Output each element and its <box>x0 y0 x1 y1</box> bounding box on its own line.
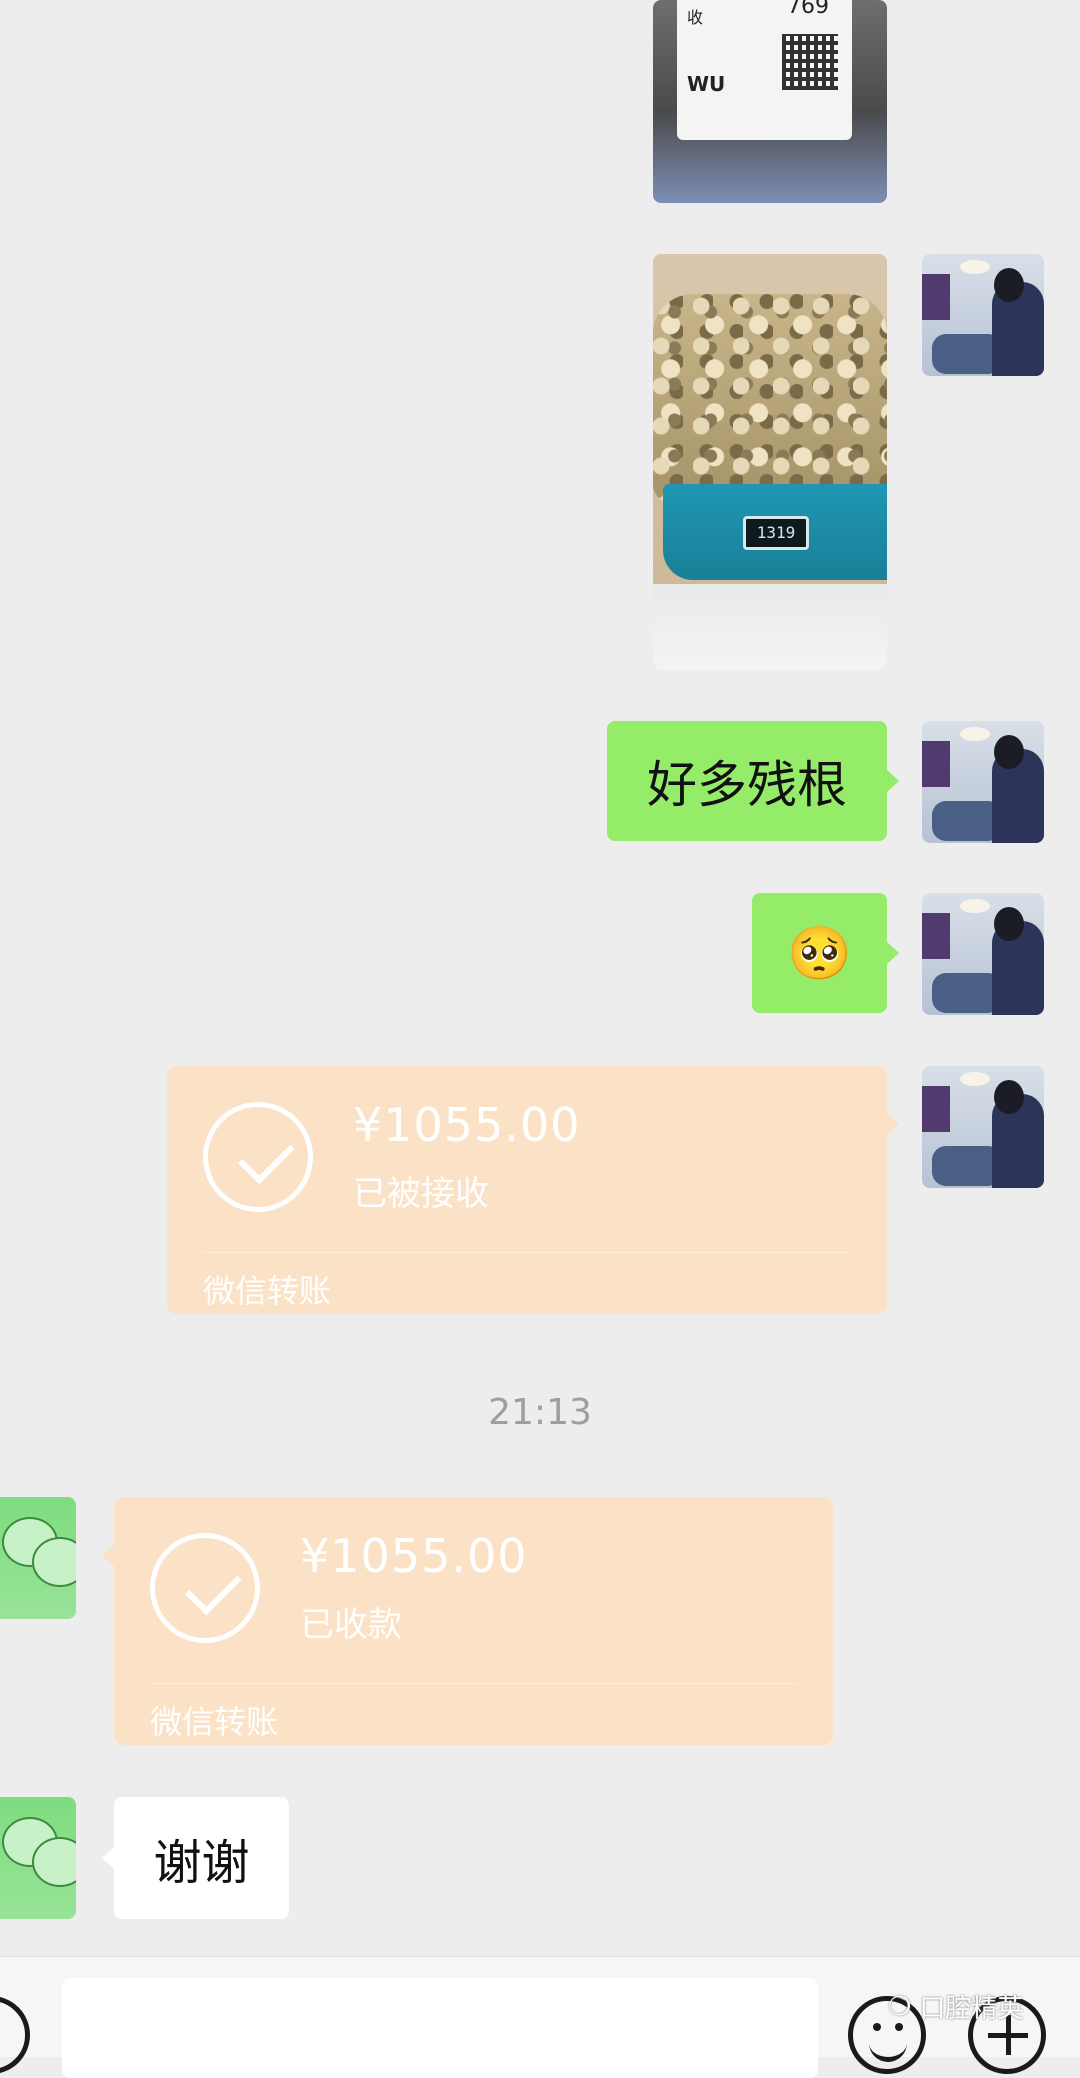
watermark: ❍ 口腔精英 <box>888 1988 1023 2025</box>
check-circle-icon <box>150 1533 260 1643</box>
avatar-head <box>994 1080 1024 1114</box>
sent-message-bubble[interactable]: 好多残根 <box>607 721 899 841</box>
avatar-lamp <box>960 899 990 913</box>
package-shipping-label: 收 769 WU <box>677 0 852 140</box>
avatar-monitor <box>922 1086 950 1132</box>
avatar-head <box>994 268 1024 302</box>
avatar-contact[interactable] <box>0 1497 76 1619</box>
transfer-divider <box>150 1683 797 1684</box>
avatar-contact[interactable] <box>0 1797 76 1919</box>
message-timestamp: 21:13 <box>488 1392 592 1433</box>
package-photo[interactable]: 收 769 WU <box>653 0 887 203</box>
qr-code-icon <box>782 34 838 90</box>
pleading-face-icon: 🥺 <box>787 923 852 984</box>
avatar-self[interactable] <box>922 1066 1044 1188</box>
transfer-divider <box>203 1252 851 1253</box>
transfer-status: 已收款 <box>300 1605 402 1645</box>
scale-display: 1319 <box>743 516 809 550</box>
message-text: 谢谢 <box>153 1835 250 1891</box>
transfer-footer-label: 微信转账 <box>203 1272 332 1310</box>
package-label-code: 769 <box>787 0 829 19</box>
floor <box>653 584 887 670</box>
package-label-wu: WU <box>687 72 726 96</box>
message-input[interactable] <box>62 1978 818 2078</box>
avatar-lamp <box>960 727 990 741</box>
package-label-text: 收 <box>687 8 704 27</box>
message-text: 好多残根 <box>647 756 847 814</box>
avatar-head <box>994 907 1024 941</box>
transfer-amount: ¥1055.00 <box>300 1529 528 1583</box>
avatar-lamp <box>960 1072 990 1086</box>
transfer-status: 已被接收 <box>353 1174 489 1214</box>
avatar-head <box>994 735 1024 769</box>
cartoon-face-icon <box>32 1837 76 1887</box>
watermark-text: 口腔精英 <box>919 1994 1024 2024</box>
cartoon-face-icon <box>32 1537 76 1587</box>
transfer-card-sent[interactable]: ¥1055.00 已被接收 微信转账 <box>167 1066 899 1314</box>
sent-emoji-bubble[interactable]: 🥺 <box>752 893 899 1013</box>
transfer-amount: ¥1055.00 <box>353 1098 581 1152</box>
received-message-bubble[interactable]: 谢谢 <box>102 1797 289 1919</box>
avatar-self[interactable] <box>922 893 1044 1015</box>
avatar-monitor <box>922 741 950 787</box>
avatar-self[interactable] <box>922 254 1044 376</box>
bag-of-teeth <box>653 294 887 504</box>
avatar-monitor <box>922 913 950 959</box>
avatar-monitor <box>922 274 950 320</box>
avatar-self[interactable] <box>922 721 1044 843</box>
kitchen-scale: 1319 <box>663 484 887 580</box>
teeth-on-scale-photo[interactable]: 1319 <box>653 254 887 670</box>
transfer-footer-label: 微信转账 <box>150 1703 279 1741</box>
transfer-card-received[interactable]: ¥1055.00 已收款 微信转账 <box>102 1497 833 1745</box>
check-circle-icon <box>203 1102 313 1212</box>
wechat-icon: ❍ <box>888 1991 912 2022</box>
avatar-lamp <box>960 260 990 274</box>
